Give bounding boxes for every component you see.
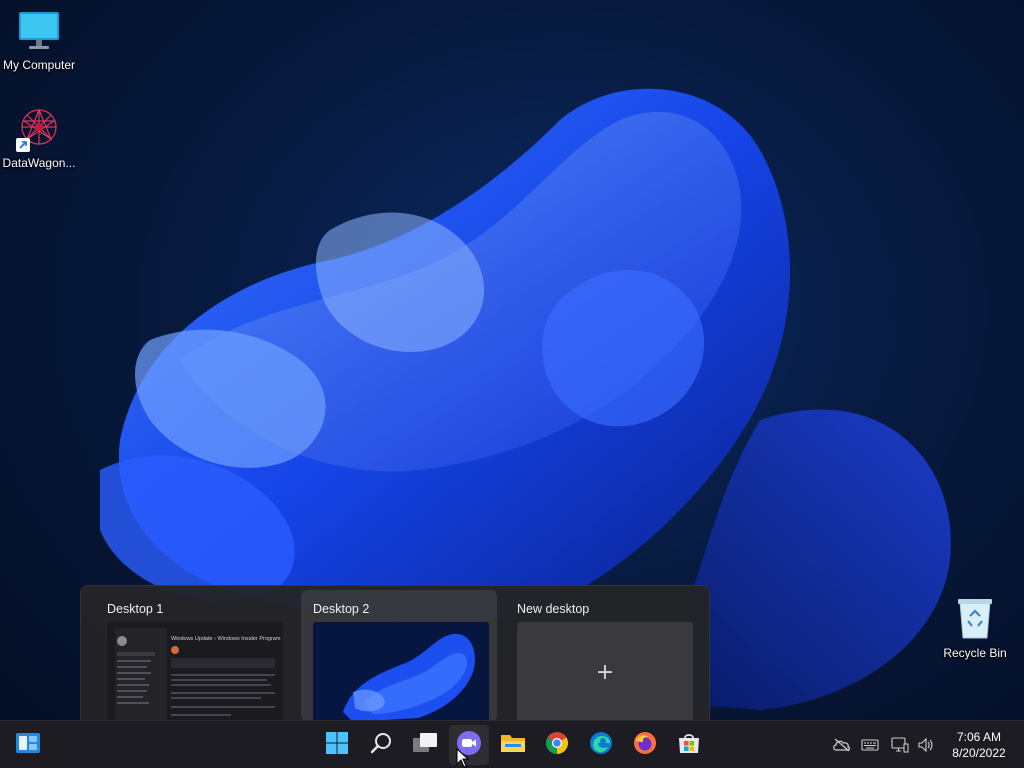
virtual-desktops-flyout: Desktop 1 Windows Update › Windows Insid…: [80, 585, 710, 722]
edge-icon: [589, 731, 613, 760]
taskbar: 7:06 AM 8/20/2022: [0, 720, 1024, 768]
desktop-2-thumbnail: [313, 622, 489, 722]
new-desktop-title: New desktop: [517, 602, 590, 616]
widgets-button[interactable]: [8, 725, 48, 765]
chrome-button[interactable]: [537, 725, 577, 765]
taskbar-clock[interactable]: 7:06 AM 8/20/2022: [944, 729, 1014, 761]
keyboard-icon[interactable]: [860, 735, 880, 755]
network-icon[interactable]: [890, 735, 910, 755]
thumbnail-header-text: Windows Update › Windows Insider Program: [171, 636, 281, 642]
file-explorer-icon: [500, 732, 526, 759]
plus-icon: +: [595, 659, 615, 685]
onedrive-offline-icon[interactable]: [832, 735, 852, 755]
desktop-card-1[interactable]: Desktop 1 Windows Update › Windows Insid…: [95, 590, 291, 722]
desktop-icon-label: DataWagon...: [2, 156, 76, 170]
shortcut-arrow-icon: [16, 138, 30, 152]
firefox-icon: [633, 731, 657, 760]
desktop-1-thumbnail: Windows Update › Windows Insider Program: [107, 622, 283, 722]
desktop-icon-my-computer[interactable]: My Computer: [0, 8, 78, 72]
clock-date: 8/20/2022: [952, 746, 1006, 760]
desktop-card-title: Desktop 2: [313, 602, 370, 616]
new-desktop-card[interactable]: New desktop +: [505, 590, 701, 722]
task-view-icon: [412, 732, 438, 759]
search-button[interactable]: [361, 725, 401, 765]
edge-button[interactable]: [581, 725, 621, 765]
volume-icon[interactable]: [916, 735, 936, 755]
microsoft-store-button[interactable]: [669, 725, 709, 765]
search-icon: [369, 731, 393, 760]
new-desktop-button[interactable]: +: [517, 622, 693, 722]
start-windows-icon: [325, 731, 349, 760]
desktop-card-2[interactable]: Desktop 2: [301, 590, 497, 722]
chrome-icon: [545, 731, 569, 760]
microsoft-store-icon: [677, 731, 701, 760]
widgets-icon: [15, 731, 41, 760]
recycle-bin-icon: [952, 596, 998, 642]
start-button[interactable]: [317, 725, 357, 765]
clock-time: 7:06 AM: [956, 730, 1002, 744]
desktop-icon-datawagon[interactable]: DataWagon...: [0, 106, 78, 170]
firefox-button[interactable]: [625, 725, 665, 765]
desktop-icon-label: My Computer: [2, 58, 76, 72]
desktop-icon-recycle-bin[interactable]: Recycle Bin: [936, 596, 1014, 660]
mouse-cursor-icon: [456, 748, 470, 768]
file-explorer-button[interactable]: [493, 725, 533, 765]
task-view-button[interactable]: [405, 725, 445, 765]
datawagon-logo-icon: [16, 106, 62, 152]
desktop-icon-label: Recycle Bin: [943, 646, 1007, 660]
monitor-icon: [16, 8, 62, 54]
desktop-card-title: Desktop 1: [107, 602, 164, 616]
